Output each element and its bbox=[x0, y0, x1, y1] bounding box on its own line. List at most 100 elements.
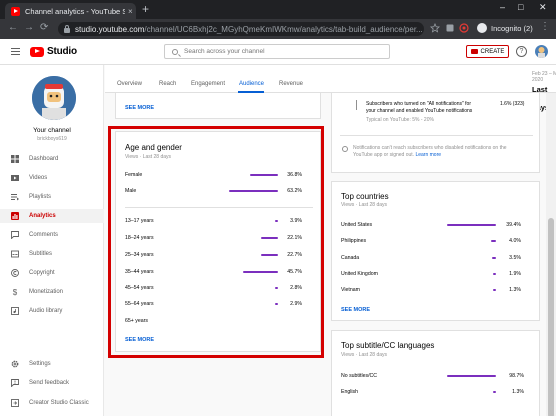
search-input[interactable] bbox=[184, 48, 374, 55]
sidebar-item-settings[interactable]: Settings bbox=[0, 357, 104, 371]
sidebar-item-videos[interactable]: Videos bbox=[0, 171, 104, 185]
browser-tab[interactable]: Channel analytics - YouTube Stu × bbox=[5, 3, 136, 19]
search-icon bbox=[172, 48, 178, 55]
back-button[interactable]: ← bbox=[8, 22, 18, 33]
sidebar: Your channel brickboys619 Dashboard Vide… bbox=[0, 65, 104, 416]
tab-engagement[interactable]: Engagement bbox=[191, 81, 225, 87]
row-label: No subtitles/CC bbox=[341, 373, 378, 379]
row-value: 4.0% bbox=[509, 238, 521, 244]
section-divider bbox=[340, 135, 533, 136]
sidebar-item-monetization[interactable]: $ Monetization bbox=[0, 285, 104, 299]
row-value: 1.3% bbox=[512, 389, 524, 395]
minimize-button[interactable]: – bbox=[500, 2, 505, 12]
row-label: Philippines bbox=[341, 238, 367, 244]
notification-description: Subscribers who turned on "All notificat… bbox=[366, 101, 473, 114]
learn-more-link[interactable]: Learn more bbox=[415, 152, 441, 158]
audio-library-icon bbox=[11, 307, 19, 315]
url-text: studio.youtube.com/channel/UC6Bxhj2c_MGy… bbox=[75, 24, 423, 34]
window-close-button[interactable]: ✕ bbox=[539, 2, 547, 13]
browser-menu-icon[interactable]: ⋮ bbox=[540, 21, 550, 32]
row-value: 39.4% bbox=[506, 222, 521, 228]
feedback-icon bbox=[11, 379, 19, 387]
browser-tab-title: Channel analytics - YouTube Stu bbox=[25, 6, 125, 16]
sidebar-item-copyright[interactable]: Copyright bbox=[0, 266, 104, 280]
sidebar-item-audio-library[interactable]: Audio library bbox=[0, 304, 104, 318]
percentage-bar bbox=[446, 374, 496, 377]
analytics-icon bbox=[11, 212, 19, 220]
row-value: 98.7% bbox=[509, 373, 524, 379]
maximize-button[interactable]: □ bbox=[518, 2, 523, 12]
row-value: 3.5% bbox=[509, 255, 521, 261]
percentage-bar bbox=[491, 239, 496, 242]
comments-icon bbox=[11, 231, 19, 239]
highlight-box bbox=[108, 126, 324, 358]
percentage-bar bbox=[493, 288, 496, 291]
top-subtitles-card: Top subtitle/CC languages Views · Last 2… bbox=[331, 330, 540, 416]
tab-audience[interactable]: Audience bbox=[239, 81, 264, 87]
help-icon[interactable]: ? bbox=[516, 46, 527, 57]
address-bar[interactable]: studio.youtube.com/channel/UC6Bxhj2c_MGy… bbox=[58, 22, 424, 36]
menu-icon[interactable] bbox=[11, 48, 20, 55]
tab-reach[interactable]: Reach bbox=[159, 81, 176, 87]
shield-icon[interactable] bbox=[459, 23, 469, 33]
channel-handle: brickboys619 bbox=[37, 136, 67, 142]
star-icon[interactable] bbox=[430, 23, 440, 33]
scrollbar-thumb[interactable] bbox=[548, 218, 554, 416]
dashboard-icon bbox=[11, 155, 19, 163]
tab-close-icon[interactable]: × bbox=[128, 7, 133, 16]
subtitles-icon bbox=[11, 250, 19, 258]
new-tab-button[interactable]: + bbox=[142, 2, 149, 16]
percentage-bar bbox=[493, 272, 496, 275]
row-label: English bbox=[341, 389, 359, 395]
see-more-link[interactable]: SEE MORE bbox=[125, 105, 154, 111]
sidebar-item-creator-studio-classic[interactable]: Creator Studio Classic bbox=[0, 396, 104, 410]
sidebar-item-comments[interactable]: Comments bbox=[0, 228, 104, 242]
sidebar-item-analytics[interactable]: Analytics bbox=[0, 209, 104, 223]
classic-studio-icon bbox=[11, 399, 19, 407]
studio-logo[interactable]: Studio bbox=[30, 46, 77, 57]
tab-revenue[interactable]: Revenue bbox=[279, 81, 303, 87]
search-box[interactable] bbox=[164, 44, 390, 59]
dollar-icon: $ bbox=[12, 287, 18, 297]
channel-avatar[interactable] bbox=[32, 76, 76, 120]
sidebar-item-dashboard[interactable]: Dashboard bbox=[0, 152, 104, 166]
sidebar-item-subtitles[interactable]: Subtitles bbox=[0, 247, 104, 261]
sidebar-item-send-feedback[interactable]: Send feedback bbox=[0, 376, 104, 390]
reload-button[interactable]: ⟳ bbox=[40, 22, 48, 33]
incognito-indicator[interactable]: Incognito (2) bbox=[477, 23, 533, 33]
create-button[interactable]: CREATE bbox=[466, 45, 509, 58]
percentage-bar bbox=[493, 390, 496, 393]
studio-header: Studio CREATE ? bbox=[0, 39, 556, 65]
page-scrollbar[interactable] bbox=[546, 93, 556, 416]
notification-indicator bbox=[356, 100, 361, 110]
sidebar-item-playlists[interactable]: Playlists bbox=[0, 190, 104, 204]
row-value: 1.9% bbox=[509, 271, 521, 277]
account-avatar[interactable] bbox=[535, 45, 548, 58]
percentage-bar bbox=[447, 223, 496, 226]
row-label: Vietnam bbox=[341, 287, 360, 293]
browser-tab-bar: Channel analytics - YouTube Stu × + – □ … bbox=[0, 0, 556, 19]
notification-info: Notifications can't reach subscribers wh… bbox=[353, 145, 507, 158]
previous-card: SEE MORE bbox=[115, 93, 321, 119]
incognito-icon bbox=[477, 23, 487, 33]
card-title: Top subtitle/CC languages bbox=[341, 341, 435, 350]
analytics-tabs: Overview Reach Engagement Audience Reven… bbox=[105, 65, 556, 112]
percentage-bar bbox=[491, 256, 496, 259]
tab-overview[interactable]: Overview bbox=[117, 81, 142, 87]
lock-icon bbox=[64, 24, 70, 33]
row-label: Canada bbox=[341, 255, 360, 261]
card-title: Top countries bbox=[341, 192, 389, 201]
browser-toolbar: ← → ⟳ studio.youtube.com/channel/UC6Bxhj… bbox=[0, 19, 556, 39]
info-icon bbox=[342, 146, 348, 152]
notifications-card: Subscribers who turned on "All notificat… bbox=[331, 93, 540, 173]
card-subtitle: Views · Last 28 days bbox=[341, 352, 388, 358]
extension-icon[interactable] bbox=[445, 23, 455, 33]
forward-button[interactable]: → bbox=[24, 22, 34, 33]
card-subtitle: Views · Last 28 days bbox=[341, 202, 388, 208]
row-label: United Kingdom bbox=[341, 271, 378, 277]
see-more-link[interactable]: SEE MORE bbox=[341, 307, 370, 313]
top-countries-card: Top countries Views · Last 28 days Unite… bbox=[331, 181, 540, 321]
channel-name: Your channel bbox=[33, 127, 71, 134]
notification-value: 1.6% (323) bbox=[500, 101, 525, 107]
notification-typical: Typical on YouTube: 5% - 20% bbox=[366, 117, 434, 123]
